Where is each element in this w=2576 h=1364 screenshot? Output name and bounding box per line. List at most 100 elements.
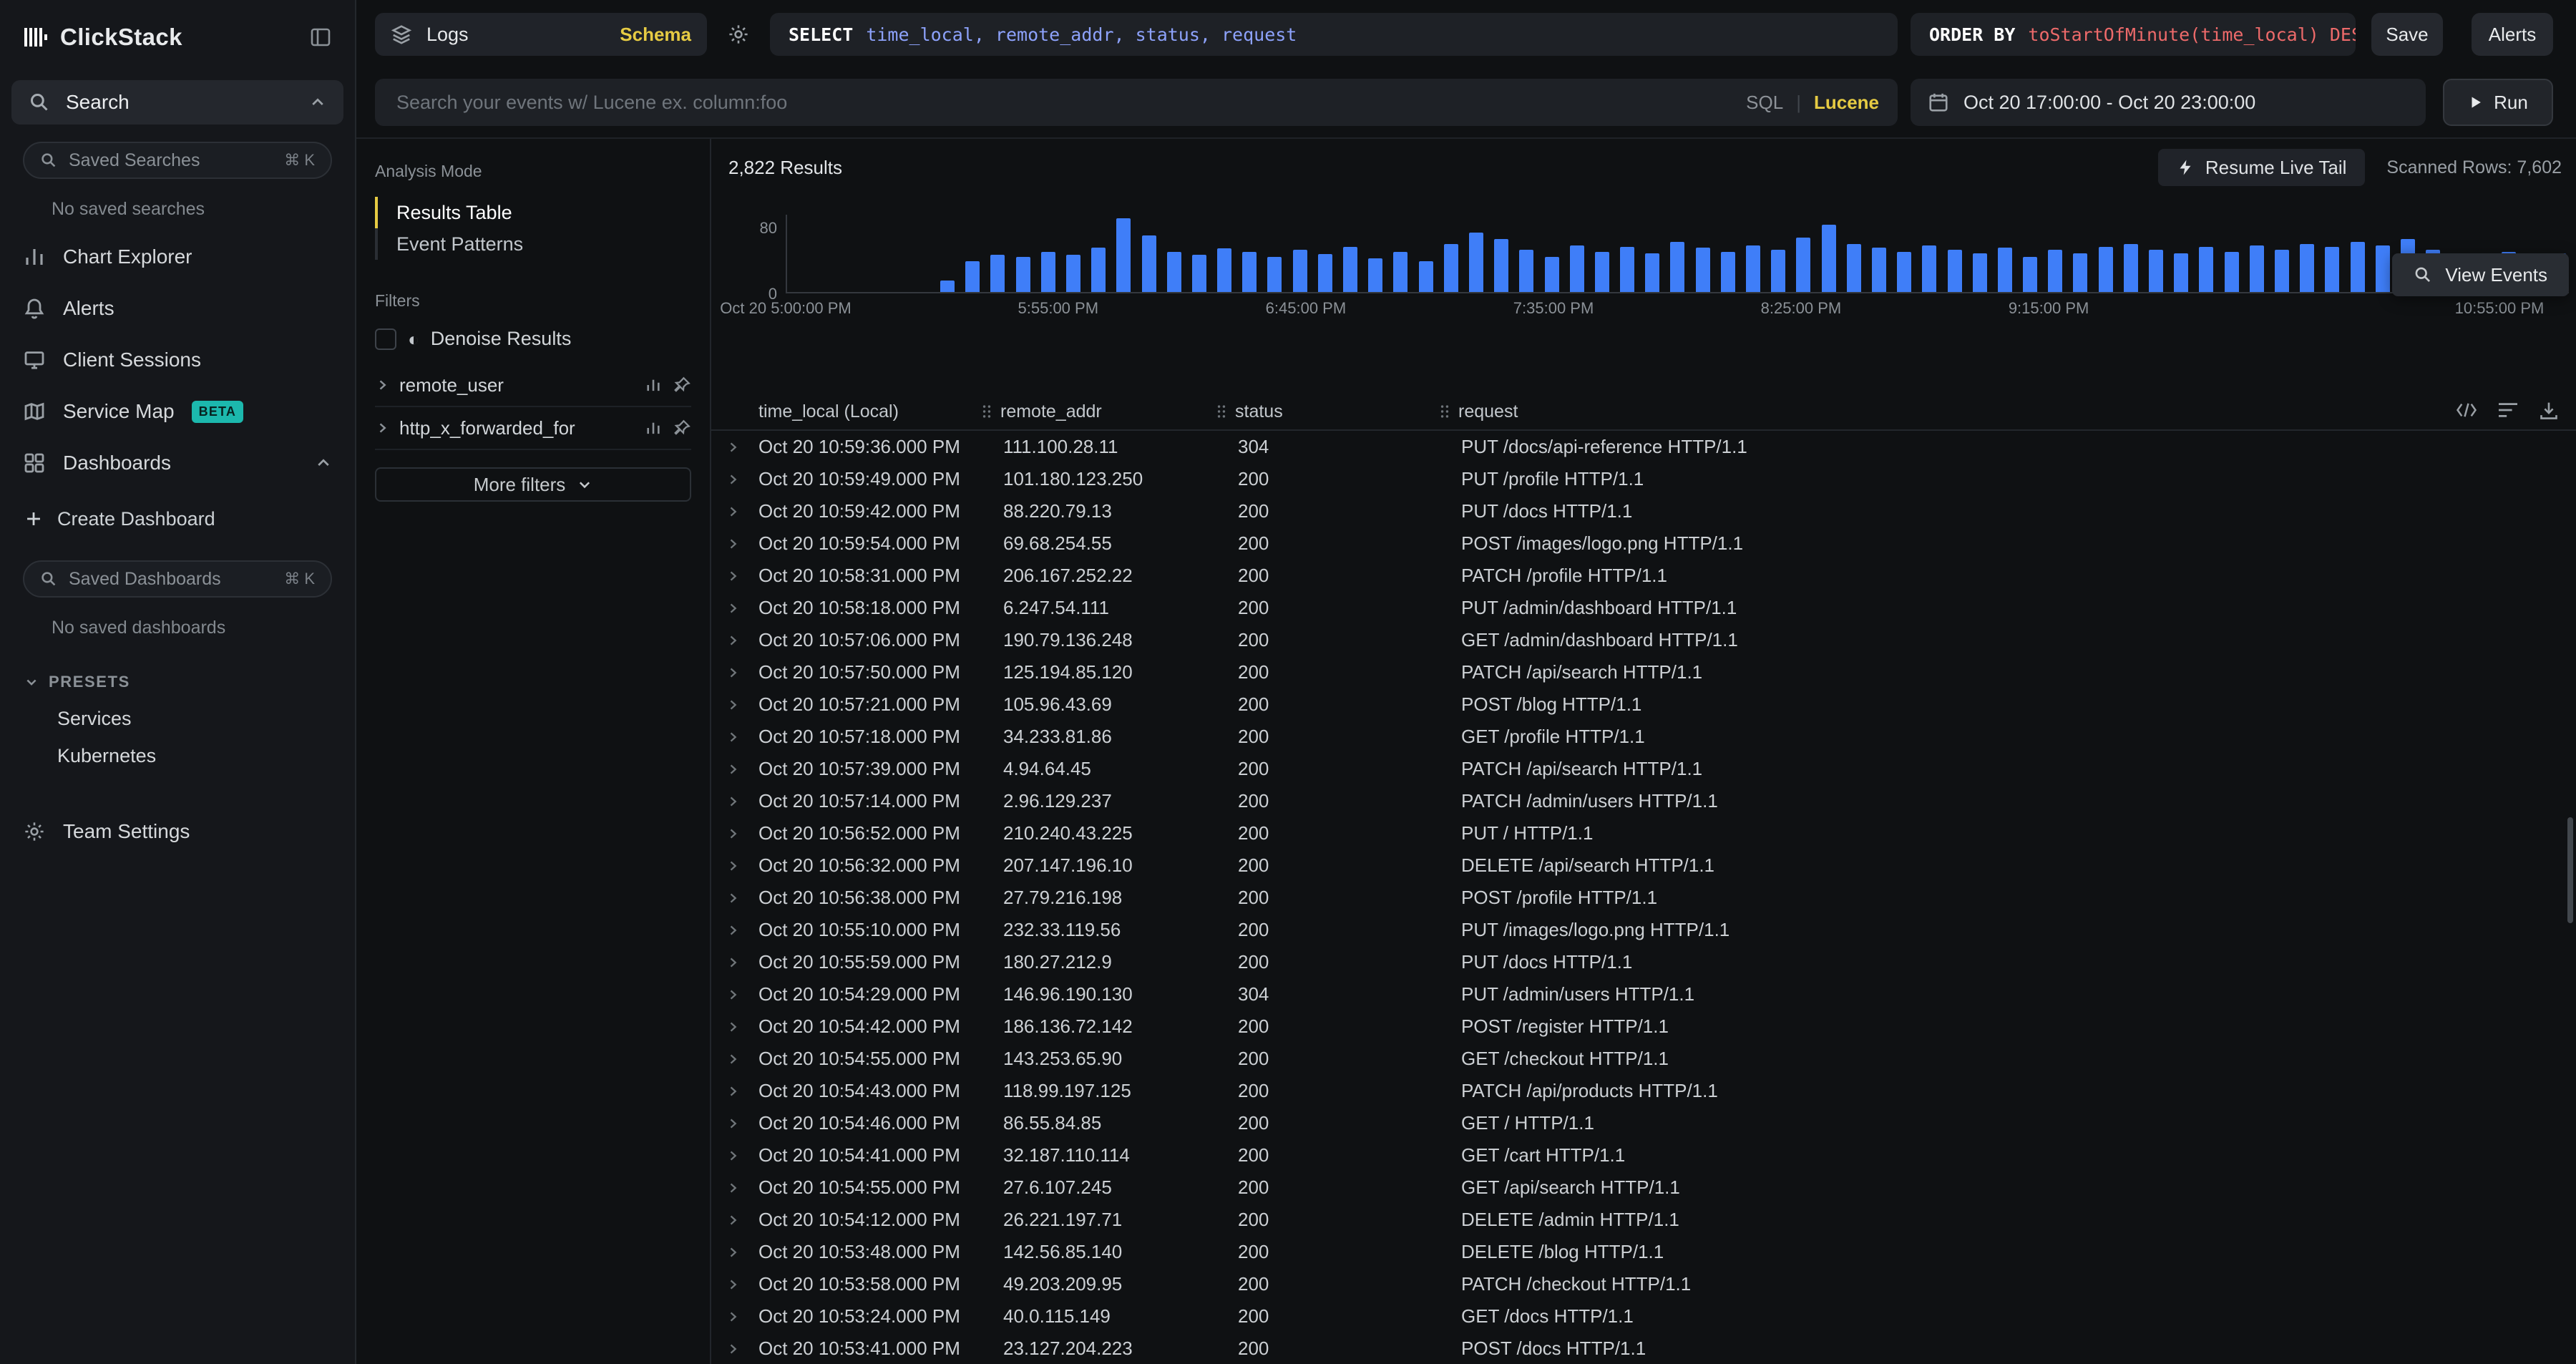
- chart-bar[interactable]: [1393, 252, 1407, 292]
- chart-bar[interactable]: [2275, 250, 2289, 292]
- table-row[interactable]: Oct 20 10:53:48.000 PM142.56.85.140200DE…: [711, 1236, 2576, 1268]
- table-row[interactable]: Oct 20 10:56:52.000 PM210.240.43.225200P…: [711, 817, 2576, 849]
- chart-bar[interactable]: [1519, 250, 1533, 292]
- sidebar-item-kubernetes[interactable]: Kubernetes: [0, 737, 355, 774]
- table-row[interactable]: Oct 20 10:57:50.000 PM125.194.85.120200P…: [711, 656, 2576, 688]
- view-events-button[interactable]: View Events: [2392, 253, 2569, 296]
- row-density-icon[interactable]: [2497, 401, 2519, 421]
- chart-bar[interactable]: [1041, 252, 1055, 292]
- chart-bar[interactable]: [1217, 248, 1231, 292]
- sidebar-item-client-sessions[interactable]: Client Sessions: [0, 334, 355, 386]
- table-row[interactable]: Oct 20 10:53:24.000 PM40.0.115.149200GET…: [711, 1300, 2576, 1333]
- chart-bar[interactable]: [1267, 257, 1282, 292]
- field-chart-icon[interactable]: [644, 419, 663, 437]
- row-expand-icon[interactable]: [726, 1213, 740, 1227]
- row-expand-icon[interactable]: [726, 762, 740, 776]
- table-row[interactable]: Oct 20 10:53:58.000 PM49.203.209.95200PA…: [711, 1268, 2576, 1300]
- chart-bar[interactable]: [990, 255, 1005, 292]
- saved-dashboards-input[interactable]: Saved Dashboards ⌘ K: [23, 560, 332, 598]
- denoise-results-row[interactable]: ◐ Denoise Results: [375, 328, 691, 350]
- more-filters-button[interactable]: More filters: [375, 467, 691, 502]
- row-expand-icon[interactable]: [726, 859, 740, 873]
- sidebar-item-team-settings[interactable]: Team Settings: [0, 806, 355, 857]
- chart-bar[interactable]: [1948, 250, 1962, 292]
- chart-bar[interactable]: [940, 281, 955, 292]
- row-expand-icon[interactable]: [726, 1020, 740, 1034]
- column-header-request[interactable]: request: [1438, 401, 2576, 422]
- chart-bar[interactable]: [1746, 245, 1760, 292]
- row-expand-icon[interactable]: [726, 1052, 740, 1066]
- filter-field-remote-user[interactable]: remote_user: [375, 364, 691, 407]
- table-row[interactable]: Oct 20 10:54:12.000 PM26.221.197.71200DE…: [711, 1204, 2576, 1236]
- table-row[interactable]: Oct 20 10:54:29.000 PM146.96.190.130304P…: [711, 978, 2576, 1010]
- chart-bar[interactable]: [1771, 250, 1785, 292]
- chart-bar[interactable]: [1142, 235, 1156, 292]
- save-button[interactable]: Save: [2371, 13, 2443, 56]
- chart-bar[interactable]: [1847, 244, 1861, 293]
- chart-bar[interactable]: [1796, 238, 1810, 292]
- chart-bar[interactable]: [2225, 252, 2239, 292]
- table-row[interactable]: Oct 20 10:54:41.000 PM32.187.110.114200G…: [711, 1139, 2576, 1171]
- chart-bar[interactable]: [2300, 244, 2314, 293]
- chart-bar[interactable]: [1822, 225, 1836, 293]
- sidebar-item-dashboards[interactable]: Dashboards: [0, 437, 355, 489]
- table-row[interactable]: Oct 20 10:57:06.000 PM190.79.136.248200G…: [711, 624, 2576, 656]
- table-row[interactable]: Oct 20 10:53:41.000 PM23.127.204.223200P…: [711, 1333, 2576, 1364]
- chart-bar[interactable]: [2048, 250, 2062, 292]
- sidebar-item-search[interactable]: Search: [11, 80, 343, 125]
- chart-bar[interactable]: [2174, 253, 2188, 292]
- chart-bar[interactable]: [2250, 245, 2264, 292]
- table-row[interactable]: Oct 20 10:58:31.000 PM206.167.252.22200P…: [711, 560, 2576, 592]
- sidebar-item-alerts[interactable]: Alerts: [0, 283, 355, 334]
- table-row[interactable]: Oct 20 10:56:32.000 PM207.147.196.10200D…: [711, 849, 2576, 882]
- sidebar-item-chart-explorer[interactable]: Chart Explorer: [0, 231, 355, 283]
- select-query-input[interactable]: SELECT time_local, remote_addr, status, …: [770, 13, 1898, 56]
- chart-bar[interactable]: [1998, 248, 2012, 292]
- chart-bar[interactable]: [1343, 247, 1357, 292]
- row-expand-icon[interactable]: [726, 1149, 740, 1163]
- chart-bar[interactable]: [1192, 255, 1206, 292]
- table-row[interactable]: Oct 20 10:54:55.000 PM27.6.107.245200GET…: [711, 1171, 2576, 1204]
- chart-bar[interactable]: [2376, 245, 2390, 292]
- chart-bar[interactable]: [1293, 250, 1307, 292]
- chart-bar[interactable]: [1444, 244, 1458, 293]
- lucene-toggle[interactable]: Lucene: [1814, 92, 1879, 114]
- source-settings-gear-icon[interactable]: [723, 19, 754, 50]
- row-expand-icon[interactable]: [726, 730, 740, 744]
- row-expand-icon[interactable]: [726, 794, 740, 809]
- chart-bar[interactable]: [1897, 252, 1911, 292]
- chart-bar[interactable]: [965, 261, 980, 292]
- chart-bar[interactable]: [2023, 257, 2037, 292]
- row-expand-icon[interactable]: [726, 1342, 740, 1356]
- chart-bar[interactable]: [1872, 248, 1886, 292]
- order-by-input[interactable]: ORDER BY toStartOfMinute(time_local) DES…: [1911, 13, 2356, 56]
- alerts-button[interactable]: Alerts: [2472, 13, 2553, 56]
- chart-bar[interactable]: [2099, 247, 2113, 292]
- row-expand-icon[interactable]: [726, 827, 740, 841]
- drag-grip-icon[interactable]: [1438, 403, 1451, 420]
- chart-bar[interactable]: [1016, 257, 1030, 292]
- chart-bar[interactable]: [1696, 248, 1710, 292]
- chart-bar[interactable]: [2351, 242, 2365, 292]
- chart-bar[interactable]: [1116, 218, 1131, 292]
- sidebar-collapse-button[interactable]: [306, 23, 335, 52]
- run-button[interactable]: Run: [2443, 79, 2553, 126]
- drag-grip-icon[interactable]: [980, 403, 993, 420]
- table-row[interactable]: Oct 20 10:54:46.000 PM86.55.84.85200GET …: [711, 1107, 2576, 1139]
- saved-searches-input[interactable]: Saved Searches ⌘ K: [23, 142, 332, 179]
- chart-bar[interactable]: [2325, 247, 2339, 292]
- row-expand-icon[interactable]: [726, 891, 740, 905]
- chart-bar[interactable]: [1419, 261, 1433, 292]
- row-expand-icon[interactable]: [726, 955, 740, 970]
- chart-bar[interactable]: [1066, 255, 1080, 292]
- column-header-time-local[interactable]: time_local (Local): [754, 401, 980, 422]
- row-expand-icon[interactable]: [726, 1277, 740, 1292]
- chart-bar[interactable]: [1368, 258, 1382, 292]
- chart-bar[interactable]: [2149, 250, 2163, 292]
- row-expand-icon[interactable]: [726, 1181, 740, 1195]
- column-header-status[interactable]: status: [1215, 401, 1438, 422]
- sidebar-item-service-map[interactable]: Service Map BETA: [0, 386, 355, 437]
- chart-bar[interactable]: [2124, 244, 2138, 293]
- row-expand-icon[interactable]: [726, 988, 740, 1002]
- table-row[interactable]: Oct 20 10:54:42.000 PM186.136.72.142200P…: [711, 1010, 2576, 1043]
